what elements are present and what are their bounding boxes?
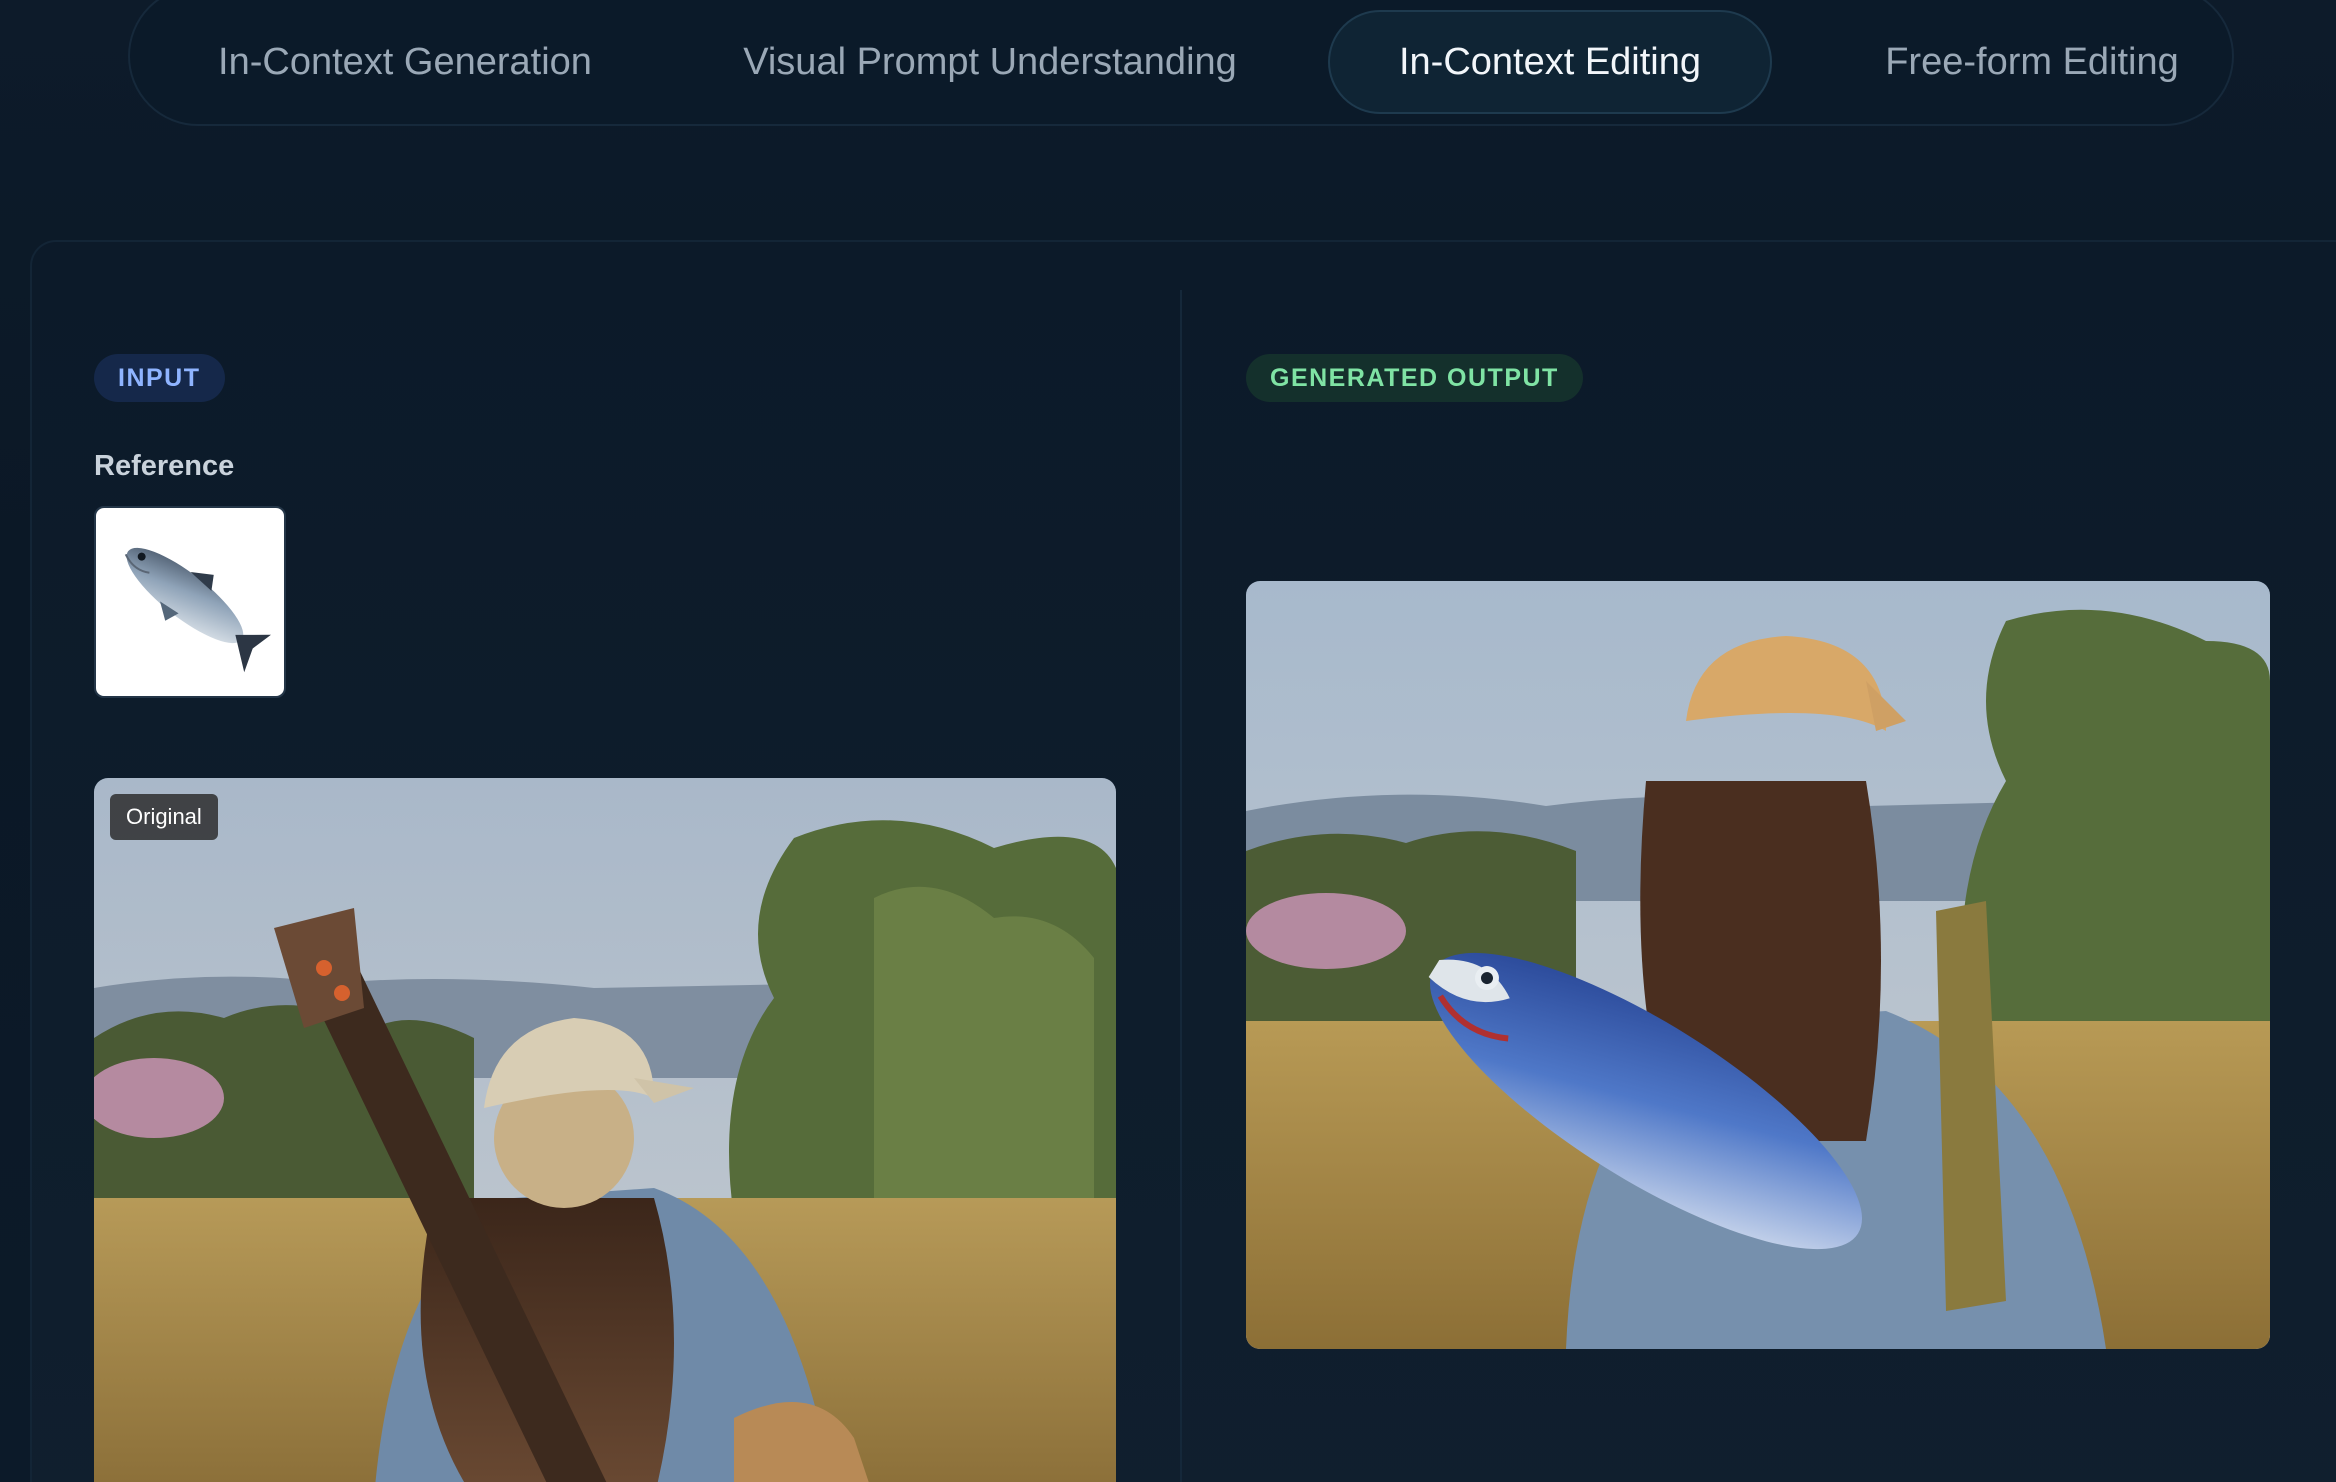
original-image[interactable]: Original	[94, 778, 1116, 1482]
mode-tab-bar: In-Context Generation Visual Prompt Unde…	[128, 0, 2234, 126]
original-badge: Original	[110, 794, 218, 840]
generated-output-image[interactable]	[1246, 581, 2270, 1349]
original-photo	[94, 778, 1116, 1482]
salmon-image	[124, 547, 271, 673]
reference-label: Reference	[94, 450, 235, 482]
tab-free-form-editing[interactable]: Free-form Editing	[1830, 10, 2234, 114]
tab-in-context-editing[interactable]: In-Context Editing	[1328, 10, 1772, 114]
tab-visual-prompt-understanding[interactable]: Visual Prompt Understanding	[710, 10, 1270, 114]
page: In-Context Generation Visual Prompt Unde…	[0, 0, 2336, 1482]
input-tag: INPUT	[94, 354, 225, 402]
panel-divider	[1180, 290, 1182, 1482]
tab-in-context-generation[interactable]: In-Context Generation	[180, 10, 630, 114]
reference-image[interactable]	[94, 506, 286, 698]
generated-output-tag: GENERATED OUTPUT	[1246, 354, 1583, 402]
generated-photo	[1246, 581, 2270, 1349]
